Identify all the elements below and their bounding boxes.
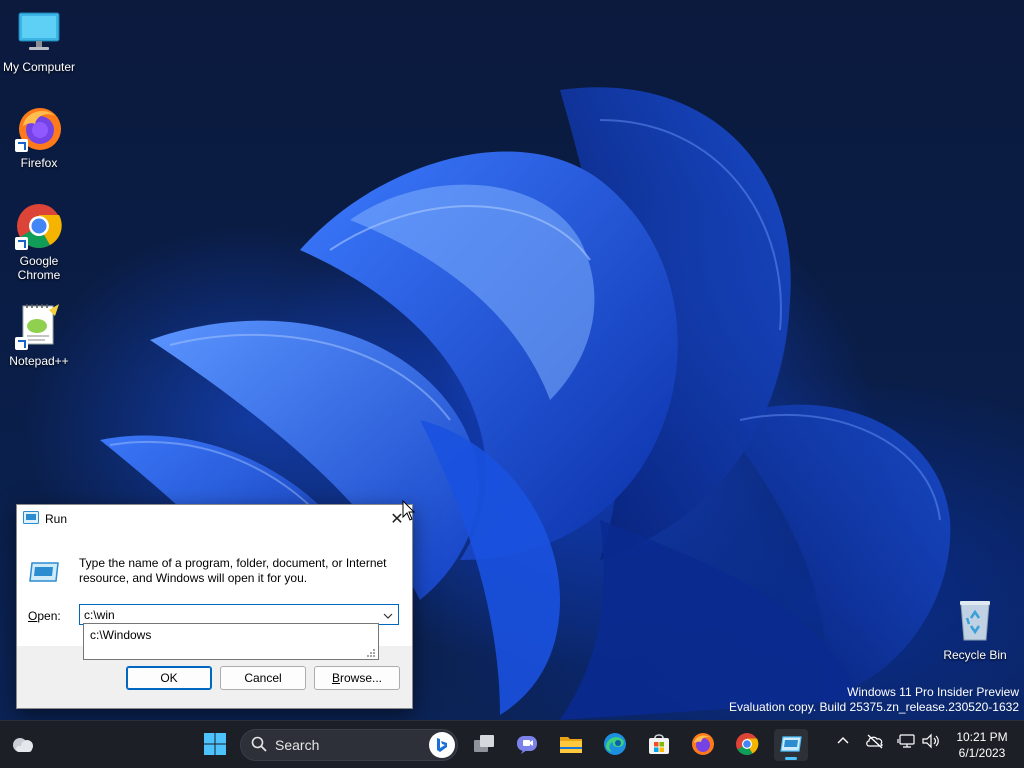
firefox-icon xyxy=(691,732,715,759)
chrome-taskbar-button[interactable] xyxy=(730,729,764,761)
evaluation-watermark: Windows 11 Pro Insider Preview Evaluatio… xyxy=(729,685,1019,715)
browse-label-accelerator: B xyxy=(331,671,340,685)
taskbar-clock[interactable]: 10:21 PM 6/1/2023 xyxy=(948,729,1016,761)
show-hidden-icons-button[interactable] xyxy=(834,733,852,747)
open-label-text: pen: xyxy=(37,609,61,623)
clock-date: 6/1/2023 xyxy=(958,746,1006,760)
shortcut-arrow-icon xyxy=(15,139,28,152)
folder-icon xyxy=(559,733,583,758)
run-dialog: Run ✕ Type the name of a program, folder… xyxy=(16,504,413,709)
open-combobox[interactable] xyxy=(79,604,399,625)
shortcut-arrow-icon xyxy=(15,237,28,250)
start-button[interactable] xyxy=(198,729,232,761)
ok-button[interactable]: OK xyxy=(126,666,212,690)
file-explorer-button[interactable] xyxy=(554,729,588,761)
search-label: Search xyxy=(275,737,320,753)
run-dialog-titlebar[interactable]: Run ✕ xyxy=(17,505,412,533)
search-icon xyxy=(251,736,267,755)
monitor-icon xyxy=(15,8,63,56)
run-taskbar-button[interactable] xyxy=(774,729,808,761)
desktop-icon-label: Recycle Bin xyxy=(943,648,1007,662)
desktop-icon-label: Notepad++ xyxy=(9,354,69,368)
desktop-icon-label: Firefox xyxy=(20,156,58,170)
autocomplete-list: c:\Windows xyxy=(83,623,379,660)
cloud-offline-icon xyxy=(865,733,885,752)
notepadpp-icon xyxy=(15,302,63,350)
volume-button[interactable] xyxy=(920,733,942,752)
windows-logo-icon xyxy=(203,732,227,759)
desktop-icon-firefox[interactable]: Firefox xyxy=(0,104,78,170)
run-dialog-title: Run xyxy=(45,512,68,526)
recycle-bin-icon xyxy=(951,596,999,644)
resize-grip-icon[interactable] xyxy=(366,647,376,657)
taskbar: Search 10:21 PM 6/1/2023 xyxy=(0,720,1024,768)
widgets-button[interactable] xyxy=(6,729,40,761)
task-view-button[interactable] xyxy=(467,729,501,761)
desktop-icon-google-chrome[interactable]: Google Chrome xyxy=(0,202,78,282)
network-button[interactable] xyxy=(896,733,918,752)
run-dialog-buttons: OK Cancel Browse... xyxy=(17,665,412,691)
open-label-accelerator: O xyxy=(28,609,38,623)
open-label: Open: xyxy=(28,609,61,623)
clock-time: 10:21 PM xyxy=(956,730,1008,744)
weather-cloud-icon xyxy=(10,734,36,757)
bing-icon[interactable] xyxy=(429,732,455,758)
desktop-icon-label: Google Chrome xyxy=(17,254,61,282)
desktop-icon-my-computer[interactable]: My Computer xyxy=(0,8,78,74)
microsoft-store-button[interactable] xyxy=(642,729,676,761)
network-icon xyxy=(897,733,917,752)
chrome-icon xyxy=(15,202,63,250)
store-bag-icon xyxy=(647,732,671,759)
taskbar-search[interactable]: Search xyxy=(240,729,458,761)
firefox-taskbar-button[interactable] xyxy=(686,729,720,761)
cancel-button[interactable]: Cancel xyxy=(220,666,306,690)
run-app-icon xyxy=(780,735,802,756)
desktop-icon-notepadpp[interactable]: Notepad++ xyxy=(0,302,78,368)
desktop-icon-recycle-bin[interactable]: Recycle Bin xyxy=(936,596,1014,662)
chevron-down-icon xyxy=(383,608,393,622)
watermark-line-2: Evaluation copy. Build 25375.zn_release.… xyxy=(729,700,1019,714)
run-app-icon xyxy=(23,511,39,527)
open-input[interactable] xyxy=(80,607,376,622)
watermark-line-1: Windows 11 Pro Insider Preview xyxy=(847,685,1019,699)
chevron-up-icon xyxy=(837,733,849,747)
autocomplete-item[interactable]: c:\Windows xyxy=(84,624,378,646)
edge-button[interactable] xyxy=(598,729,632,761)
teams-chat-icon xyxy=(515,733,539,758)
mouse-cursor-icon xyxy=(402,499,416,522)
edge-icon xyxy=(603,732,627,759)
browse-label-text: rowse... xyxy=(340,671,383,685)
task-view-icon xyxy=(472,733,496,758)
browse-button[interactable]: Browse... xyxy=(314,666,400,690)
desktop-icon-label: My Computer xyxy=(2,60,76,74)
run-description: Type the name of a program, folder, docu… xyxy=(79,556,387,585)
chrome-icon xyxy=(735,732,759,759)
firefox-icon xyxy=(15,104,63,152)
shortcut-arrow-icon xyxy=(15,337,28,350)
speaker-icon xyxy=(921,733,941,752)
onedrive-status-button[interactable] xyxy=(864,733,886,752)
teams-chat-button[interactable] xyxy=(510,729,544,761)
run-program-icon xyxy=(29,561,59,583)
combobox-dropdown-button[interactable] xyxy=(378,605,398,624)
